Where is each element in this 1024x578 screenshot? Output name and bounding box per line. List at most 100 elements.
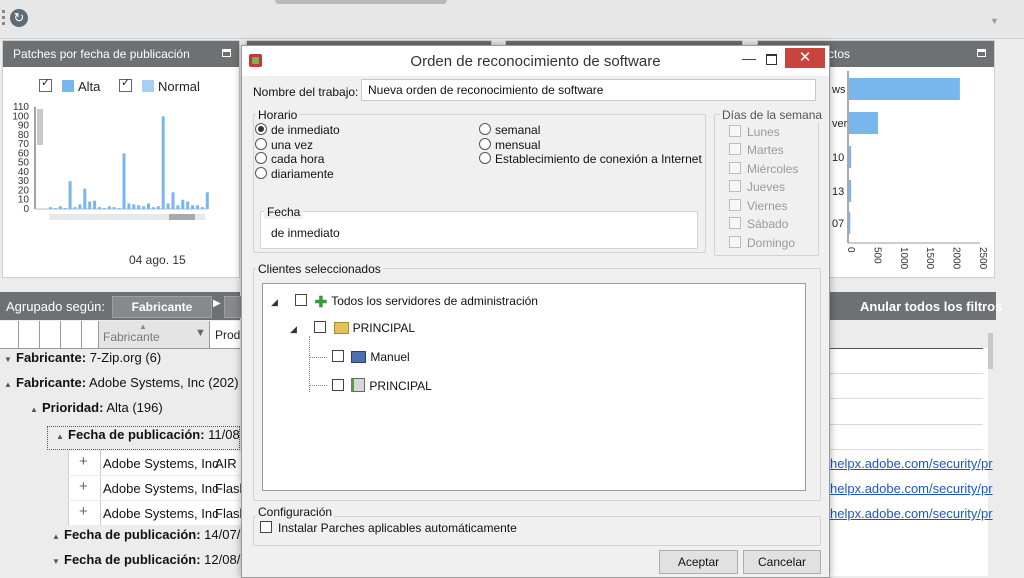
grid-scrollbar[interactable]	[988, 333, 993, 369]
expand-triangle-icon[interactable]: ◢	[271, 297, 278, 307]
toolbar-grip[interactable]	[2, 10, 5, 26]
ok-button[interactable]: Aceptar	[659, 550, 738, 574]
clear-filters-button[interactable]: Anular todos los filtros	[860, 299, 1002, 314]
maximize-button[interactable]	[766, 54, 777, 65]
tree-node-principal[interactable]: PRINCIPAL	[332, 378, 432, 393]
weekday-wednesday: Miércoles	[729, 162, 798, 176]
bar	[196, 205, 199, 209]
bar	[132, 204, 136, 209]
bar	[186, 201, 190, 209]
y-tick-label: 0	[23, 204, 29, 215]
legend-normal-checkbox[interactable]	[119, 76, 132, 92]
clients-tree[interactable]: ◢ ✚ Todos los servidores de administració…	[262, 283, 806, 491]
bar	[151, 207, 155, 209]
radio-once[interactable]: una vez	[255, 138, 313, 152]
bar	[156, 206, 160, 209]
column-prod-label[interactable]: Prod	[215, 328, 240, 342]
group-row-7zip[interactable]: ▼ Fabricante: 7-Zip.org (6)	[0, 350, 244, 374]
expand-triangle-icon[interactable]: ◢	[290, 324, 297, 334]
minimize-button[interactable]: —	[742, 50, 756, 66]
close-button[interactable]: ✕	[785, 48, 825, 68]
row-label: ver	[832, 118, 848, 130]
cancel-button[interactable]: Cancelar	[743, 550, 821, 574]
legend-alta[interactable]: Alta	[39, 76, 100, 94]
table-row[interactable]: + Adobe Systems, Inc Flasl	[68, 476, 241, 500]
radio-hourly[interactable]: cada hora	[255, 152, 324, 166]
tree-line	[309, 357, 327, 359]
group-row-priority[interactable]: ▲ Prioridad: Alta (196)	[0, 400, 270, 424]
bar	[63, 208, 67, 209]
radio-immediate[interactable]: de inmediato	[255, 123, 340, 137]
group-next-button[interactable]	[224, 296, 242, 318]
config-label: Configuración	[256, 505, 335, 519]
chevron-right-icon: ▶	[213, 298, 221, 309]
column-1[interactable]	[0, 321, 19, 348]
tree-checkbox[interactable]	[332, 350, 344, 362]
folder-icon	[333, 322, 349, 334]
filter-icon[interactable]: ▼	[195, 327, 206, 339]
tree-line	[309, 336, 311, 392]
weekday-saturday: Sábado	[729, 217, 788, 231]
column-3[interactable]	[40, 321, 61, 348]
radio-daily[interactable]: diariamente	[255, 167, 334, 181]
group-fabricante-button[interactable]: Fabricante	[112, 296, 212, 318]
tree-node-principal-group[interactable]: ◢ PRINCIPAL	[290, 321, 415, 335]
radio-internet-connection[interactable]: Establecimiento de conexión a Internet	[479, 152, 702, 166]
tree-checkbox[interactable]	[314, 321, 327, 333]
radio-weekly[interactable]: semanal	[479, 123, 540, 137]
tree-line	[309, 385, 327, 387]
expand-triangle-icon[interactable]: ▲	[30, 405, 42, 414]
radio-monthly[interactable]: mensual	[479, 138, 540, 152]
bar	[49, 207, 52, 209]
column-4[interactable]	[61, 321, 82, 348]
advisory-link[interactable]: helpx.adobe.com/security/pr	[830, 456, 993, 471]
advisory-link[interactable]: helpx.adobe.com/security/pr	[830, 481, 993, 496]
column-2[interactable]	[19, 321, 40, 348]
window-icon[interactable]	[222, 49, 231, 57]
plus-icon[interactable]: +	[79, 503, 88, 520]
collapse-triangle-icon[interactable]: ▼	[52, 557, 64, 566]
bar	[181, 199, 185, 209]
server-icon	[351, 378, 366, 392]
advisory-link[interactable]: helpx.adobe.com/security/pr	[830, 506, 993, 521]
column-fabricante[interactable]: ▲ Fabricante ▼	[99, 321, 210, 348]
column-5[interactable]	[82, 321, 99, 348]
window-icon[interactable]	[977, 49, 986, 57]
computer-icon	[351, 351, 367, 363]
auto-install-checkbox[interactable]: Instalar Parches aplicables automáticame…	[260, 521, 517, 535]
chevron-down-icon[interactable]: ▼	[990, 16, 999, 26]
expand-triangle-icon[interactable]: ▲	[4, 380, 16, 389]
plus-icon[interactable]: +	[79, 478, 88, 495]
tree-checkbox[interactable]	[295, 294, 308, 306]
bar	[849, 212, 851, 234]
bar	[176, 205, 180, 209]
expand-triangle-icon[interactable]: ▲	[52, 532, 64, 541]
patches-panel-header: Patches por fecha de publicación	[3, 41, 239, 67]
bar	[849, 180, 852, 202]
date-value[interactable]: de inmediato	[271, 226, 340, 240]
legend-normal[interactable]: Normal	[119, 76, 200, 94]
bar	[53, 208, 57, 209]
group-row-date-1[interactable]: ▲Fecha de publicación: 11/08/2	[47, 426, 240, 450]
bar	[68, 181, 72, 209]
row-divider	[828, 373, 983, 374]
tree-checkbox[interactable]	[332, 379, 344, 391]
top-handle[interactable]	[275, 0, 447, 4]
bar	[205, 192, 209, 209]
job-name-input[interactable]: Nueva orden de reconocimiento de softwar…	[361, 79, 816, 101]
bar	[117, 208, 121, 209]
table-row[interactable]: + Adobe Systems, Inc AIR	[68, 451, 241, 475]
table-row[interactable]: + Adobe Systems, Inc Flasl	[68, 501, 241, 525]
tree-node-all-servers[interactable]: ◢ ✚ Todos los servidores de administració…	[271, 293, 538, 311]
legend-alta-checkbox[interactable]	[39, 76, 52, 92]
refresh-icon[interactable]: ↻	[10, 9, 28, 27]
group-row-adobe[interactable]: ▲ Fabricante: Adobe Systems, Inc (202)	[0, 375, 244, 399]
tree-node-manuel[interactable]: Manuel	[332, 350, 410, 364]
plus-icon[interactable]: +	[79, 453, 88, 470]
bar	[127, 203, 131, 209]
collapse-triangle-icon[interactable]: ▼	[4, 355, 16, 364]
bar	[88, 201, 92, 209]
legend-normal-label: Normal	[158, 79, 200, 94]
expand-triangle-icon[interactable]: ▲	[56, 432, 68, 441]
bar	[93, 200, 97, 209]
